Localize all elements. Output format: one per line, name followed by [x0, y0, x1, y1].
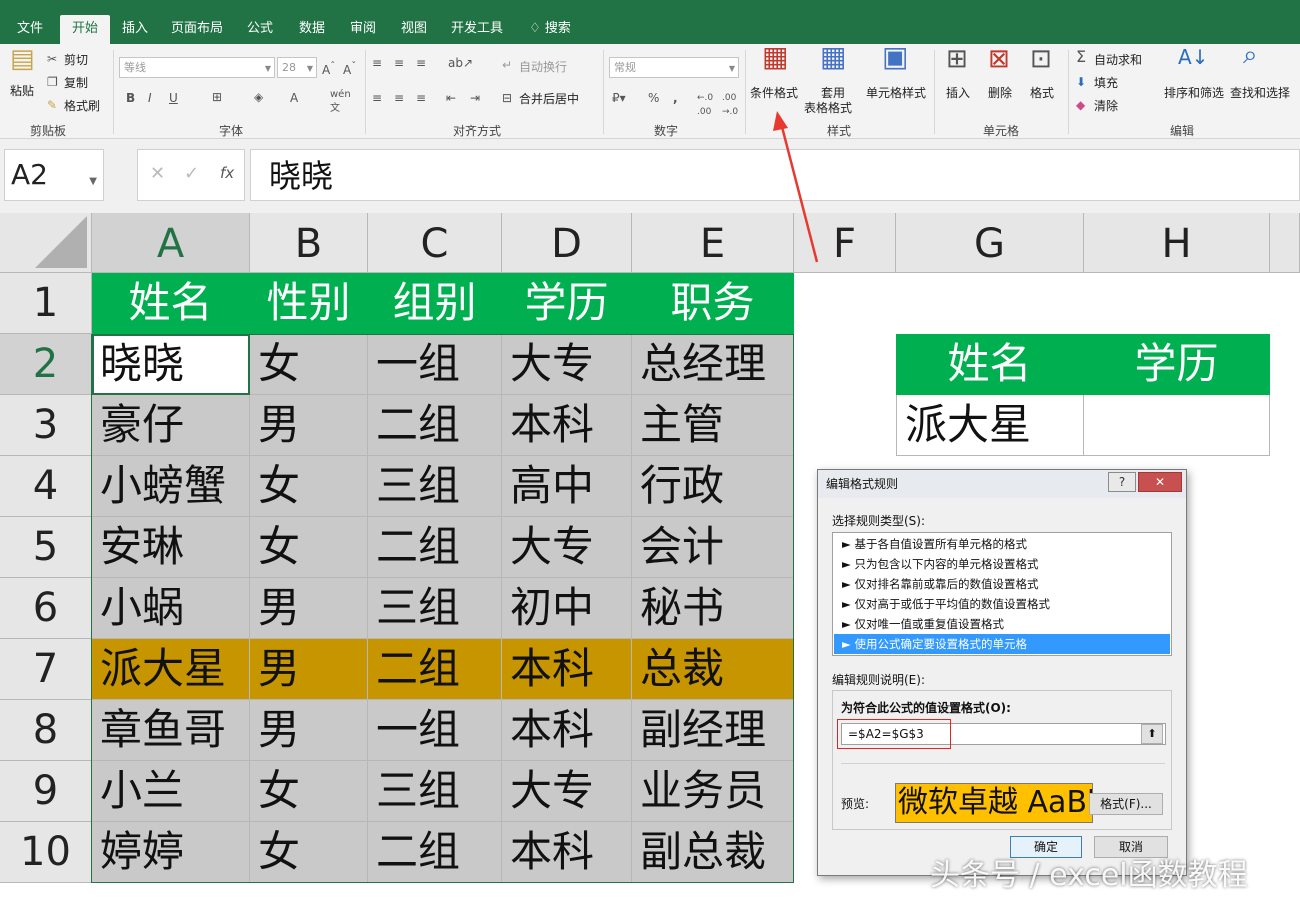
rule-type-item[interactable]: ► 仅对唯一值或重复值设置格式: [834, 614, 1170, 634]
rule-type-item[interactable]: ► 使用公式确定要设置格式的单元格: [834, 634, 1170, 654]
divider: [841, 763, 1165, 764]
rule-type-list[interactable]: ► 基于各自值设置所有单元格的格式 ► 只为包含以下内容的单元格设置格式 ► 仅对排…: [832, 532, 1172, 656]
rule-type-item[interactable]: ► 基于各自值设置所有单元格的格式: [834, 534, 1170, 554]
collapse-icon: ⬆: [1147, 727, 1157, 740]
help-button[interactable]: ?: [1108, 472, 1136, 492]
collapse-dialog-button[interactable]: ⬆: [1141, 724, 1163, 744]
edit-rule-desc-label: 编辑规则说明(E):: [832, 673, 925, 687]
rule-description-box: 为符合此公式的值设置格式(O): =$A2=$G$3 ⬆ 预览: 微软卓越 Aa…: [832, 690, 1172, 830]
rule-type-item[interactable]: ► 仅对高于或低于平均值的数值设置格式: [834, 594, 1170, 614]
rule-type-item[interactable]: ► 只为包含以下内容的单元格设置格式: [834, 554, 1170, 574]
preview-label: 预览:: [841, 797, 870, 811]
formula-highlight-box: [837, 719, 951, 749]
rule-type-item[interactable]: ► 仅对排名靠前或靠后的数值设置格式: [834, 574, 1170, 594]
format-button[interactable]: 格式(F)...: [1089, 793, 1163, 815]
watermark: 头条号 / excel函数教程: [930, 858, 1248, 893]
edit-format-rule-dialog: 编辑格式规则 ? ✕ 选择规则类型(S): ► 基于各自值设置所有单元格的格式 ►…: [817, 469, 1187, 876]
excel-window: 文件 开始 插入 页面布局 公式 数据 审阅 视图 开发工具 ♢ 搜索 ▤ 粘贴…: [0, 0, 1300, 898]
select-rule-type-label: 选择规则类型(S):: [832, 514, 926, 528]
format-preview: 微软卓越 AaBbCc: [895, 783, 1093, 823]
close-button[interactable]: ✕: [1138, 472, 1182, 492]
formula-label: 为符合此公式的值设置格式(O):: [841, 701, 1011, 715]
